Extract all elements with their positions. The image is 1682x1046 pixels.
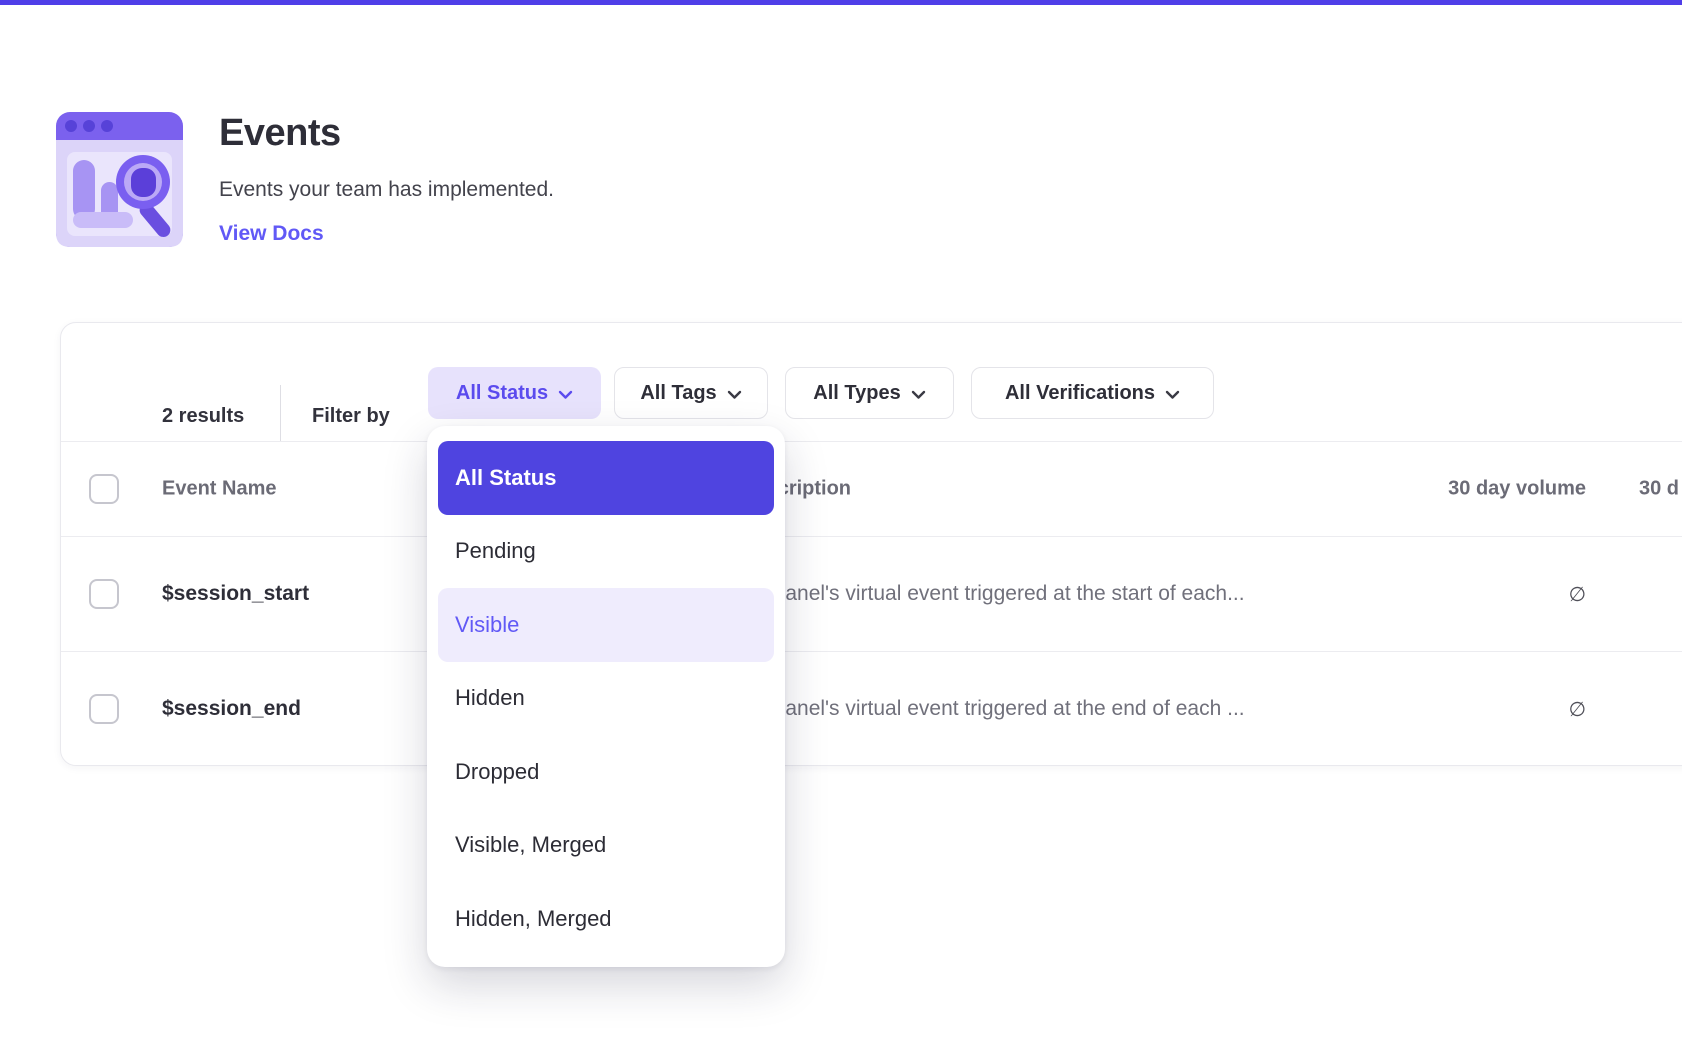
types-filter-button[interactable]: All Types (785, 367, 954, 419)
row-checkbox[interactable] (89, 579, 119, 609)
filter-by-label: Filter by (312, 405, 390, 428)
status-filter-label: All Status (456, 382, 548, 405)
column-header-30-day-volume[interactable]: 30 day volume (1291, 477, 1586, 500)
event-description: Mixpanel's virtual event triggered at th… (741, 697, 1245, 721)
table-row[interactable]: $session_start Mixpanel's virtual event … (61, 536, 1682, 651)
event-description: Mixpanel's virtual event triggered at th… (741, 582, 1245, 606)
toolbar-divider (280, 385, 281, 441)
chevron-down-icon (1165, 390, 1180, 400)
dropdown-item-visible-merged[interactable]: Visible, Merged (438, 809, 774, 883)
tags-filter-button[interactable]: All Tags (614, 367, 768, 419)
row-checkbox[interactable] (89, 694, 119, 724)
events-page-icon (55, 108, 184, 251)
dropdown-item-pending[interactable]: Pending (438, 515, 774, 589)
table-row[interactable]: $session_end Mixpanel's virtual event tr… (61, 651, 1682, 767)
results-count: 2 results (162, 405, 244, 428)
page-title: Events (219, 112, 341, 155)
dropdown-item-hidden-merged[interactable]: Hidden, Merged (438, 882, 774, 956)
view-docs-link[interactable]: View Docs (219, 222, 324, 246)
chevron-down-icon (911, 390, 926, 400)
dropdown-item-dropped[interactable]: Dropped (438, 735, 774, 809)
verifications-filter-button[interactable]: All Verifications (971, 367, 1214, 419)
chevron-down-icon (727, 390, 742, 400)
event-name[interactable]: $session_start (162, 582, 309, 606)
status-filter-button[interactable]: All Status (428, 367, 601, 419)
event-name[interactable]: $session_end (162, 697, 301, 721)
status-filter-dropdown: All Status Pending Visible Hidden Droppe… (427, 426, 785, 967)
types-filter-label: All Types (813, 382, 900, 405)
dropdown-item-visible[interactable]: Visible (438, 588, 774, 662)
select-all-checkbox[interactable] (89, 474, 119, 504)
top-accent-bar (0, 0, 1682, 5)
dropdown-item-all-status[interactable]: All Status (438, 441, 774, 515)
table-header-row: Event Name Description 30 day volume 30 … (61, 441, 1682, 536)
event-30-day-volume: ∅ (1291, 697, 1586, 721)
page-subtitle: Events your team has implemented. (219, 178, 554, 202)
column-header-clipped: 30 d (1639, 477, 1679, 500)
chevron-down-icon (558, 390, 573, 400)
column-header-event-name[interactable]: Event Name (162, 477, 277, 500)
verifications-filter-label: All Verifications (1005, 382, 1155, 405)
events-card: 2 results Filter by All Status All Tags … (60, 322, 1682, 766)
tags-filter-label: All Tags (640, 382, 716, 405)
event-30-day-volume: ∅ (1291, 582, 1586, 606)
dropdown-item-hidden[interactable]: Hidden (438, 662, 774, 736)
